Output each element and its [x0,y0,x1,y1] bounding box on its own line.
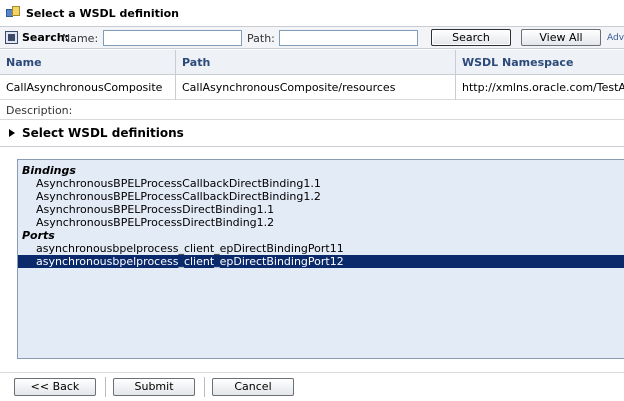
divider [0,119,624,120]
name-label: Name: [62,32,99,45]
column-header-name[interactable]: Name [0,50,176,75]
path-search-input[interactable] [279,30,418,46]
submit-button[interactable]: Submit [113,378,195,396]
column-header-path[interactable]: Path [176,50,456,75]
search-bar: Search: Name: Path: Search View All Adv [0,27,624,49]
list-item-selected[interactable]: asynchronousbpelprocess_client_epDirectB… [18,255,624,268]
wsdl-dialog-icon [6,6,20,20]
button-separator [105,377,106,397]
list-item[interactable]: AsynchronousBPELProcessCallbackDirectBin… [18,190,624,203]
button-separator [204,377,205,397]
disclosure-triangle-icon[interactable] [9,129,15,137]
list-group-bindings: Bindings [22,164,76,177]
name-search-input[interactable] [103,30,242,46]
view-all-button[interactable]: View All [521,29,601,46]
wsdl-definitions-listbox[interactable]: Bindings AsynchronousBPELProcessCallback… [17,159,624,359]
wsdl-definitions-section-header[interactable]: Select WSDL definitions [9,126,184,140]
advanced-search-link[interactable]: Adv [607,33,624,43]
table-cell-name: CallAsynchronousComposite [0,75,176,100]
cancel-button[interactable]: Cancel [212,378,294,396]
description-label: Description: [6,104,73,117]
dialog-title: Select a WSDL definition [26,6,180,20]
path-label: Path: [247,32,275,45]
section-title: Select WSDL definitions [22,126,184,140]
list-item[interactable]: AsynchronousBPELProcessDirectBinding1.1 [18,203,624,216]
search-button[interactable]: Search [431,29,511,46]
dialog-titlebar: Select a WSDL definition [0,0,624,27]
list-group-ports: Ports [22,229,55,242]
back-button[interactable]: << Back [14,378,96,396]
list-item[interactable]: asynchronousbpelprocess_client_epDirectB… [18,242,624,255]
table-cell-path: CallAsynchronousComposite/resources [176,75,456,100]
divider [0,372,624,373]
table-header: Name Path WSDL Namespace [0,50,624,75]
list-item[interactable]: AsynchronousBPELProcessCallbackDirectBin… [18,177,624,190]
table-row[interactable]: CallAsynchronousComposite CallAsynchrono… [0,75,624,100]
divider [0,146,624,147]
list-item[interactable]: AsynchronousBPELProcessDirectBinding1.2 [18,216,624,229]
search-icon [5,31,18,44]
table-cell-namespace: http://xmlns.oracle.com/TestApplicat [462,81,624,94]
column-header-wsdl-namespace[interactable]: WSDL Namespace [456,50,624,75]
